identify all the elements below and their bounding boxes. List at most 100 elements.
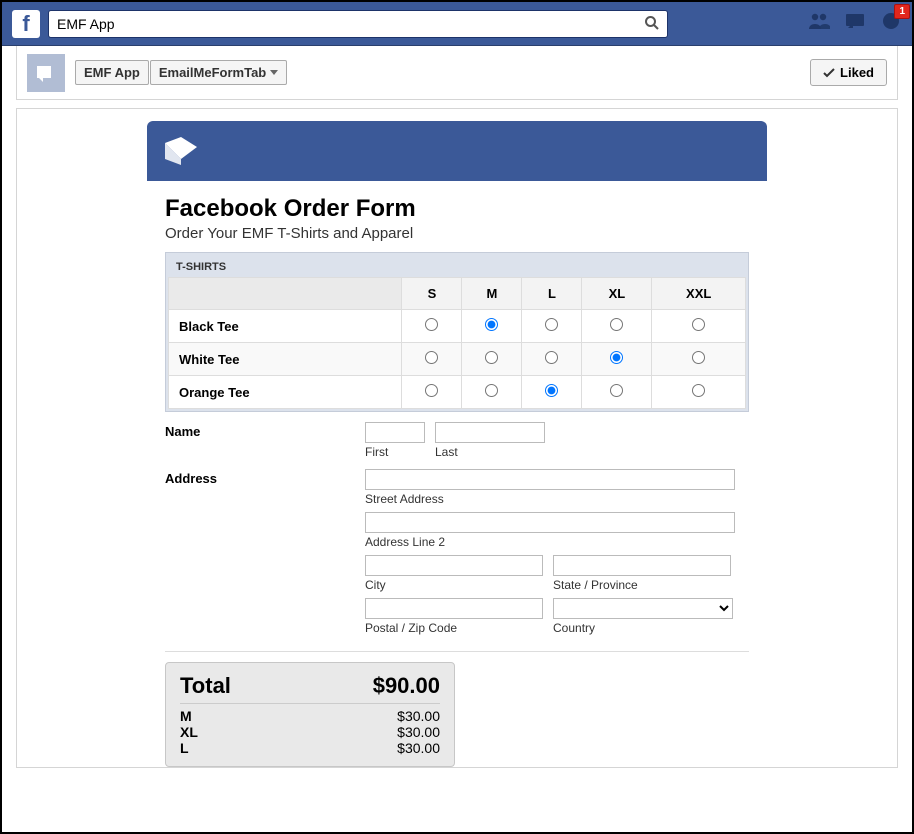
address-label: Address	[165, 469, 365, 635]
total-label: Total	[180, 673, 231, 699]
tab-select-button[interactable]: EmailMeFormTab	[150, 60, 287, 85]
form-card: Facebook Order Form Order Your EMF T-Shi…	[147, 121, 767, 767]
size-radio[interactable]	[425, 384, 438, 397]
street-address-sublabel: Street Address	[365, 492, 749, 506]
table-row: Black Tee	[169, 310, 746, 343]
total-line-label: M	[180, 708, 192, 724]
size-radio[interactable]	[692, 351, 705, 364]
size-cell	[402, 310, 462, 343]
total-line: M $30.00	[180, 708, 440, 724]
size-radio[interactable]	[425, 318, 438, 331]
search-wrap	[48, 10, 668, 38]
size-cell	[522, 343, 582, 376]
table-row: White Tee	[169, 343, 746, 376]
size-table-corner	[169, 278, 402, 310]
total-line-amount: $30.00	[397, 724, 440, 740]
size-cell	[462, 343, 522, 376]
postal-input[interactable]	[365, 598, 543, 619]
total-line-label: XL	[180, 724, 198, 740]
size-radio[interactable]	[485, 384, 498, 397]
size-cell	[462, 376, 522, 409]
size-cell	[462, 310, 522, 343]
last-name-input[interactable]	[435, 422, 545, 443]
size-cell	[652, 376, 746, 409]
first-name-sublabel: First	[365, 445, 425, 459]
form-title: Facebook Order Form	[165, 195, 749, 223]
size-radio[interactable]	[610, 384, 623, 397]
page-icon[interactable]	[27, 54, 65, 92]
tab-select-label: EmailMeFormTab	[159, 65, 266, 80]
size-cell	[582, 376, 652, 409]
city-input[interactable]	[365, 555, 543, 576]
size-header: XL	[582, 278, 652, 310]
country-select[interactable]	[553, 598, 733, 619]
divider	[165, 651, 749, 652]
topbar-icons: 1	[808, 10, 902, 37]
messages-icon[interactable]	[844, 11, 866, 36]
liked-label: Liked	[840, 65, 874, 80]
size-radio[interactable]	[692, 318, 705, 331]
app-name-button[interactable]: EMF App	[75, 60, 149, 85]
tshirts-section: T-SHIRTS S M L XL XXL Black TeeWhite Tee…	[165, 252, 749, 412]
address-row: Address Street Address Address Line 2 Ci…	[147, 469, 767, 645]
search-input[interactable]	[48, 10, 668, 38]
size-radio[interactable]	[545, 318, 558, 331]
product-label: Black Tee	[169, 310, 402, 343]
country-sublabel: Country	[553, 621, 733, 635]
first-name-input[interactable]	[365, 422, 425, 443]
city-sublabel: City	[365, 578, 543, 592]
size-cell	[652, 310, 746, 343]
state-input[interactable]	[553, 555, 731, 576]
page-header: EMF App EmailMeFormTab Liked	[16, 46, 898, 100]
size-header: S	[402, 278, 462, 310]
street-address-input[interactable]	[365, 469, 735, 490]
state-sublabel: State / Province	[553, 578, 731, 592]
search-icon[interactable]	[644, 15, 660, 36]
form-card-header	[147, 121, 767, 181]
size-cell	[522, 310, 582, 343]
table-row: Orange Tee	[169, 376, 746, 409]
total-line: L $30.00	[180, 740, 440, 756]
size-cell	[402, 376, 462, 409]
size-radio[interactable]	[485, 351, 498, 364]
size-radio[interactable]	[692, 384, 705, 397]
envelope-icon	[161, 133, 201, 169]
total-line-label: L	[180, 740, 189, 756]
size-cell	[522, 376, 582, 409]
liked-button[interactable]: Liked	[810, 59, 887, 86]
size-cell	[402, 343, 462, 376]
size-radio[interactable]	[610, 351, 623, 364]
postal-sublabel: Postal / Zip Code	[365, 621, 543, 635]
last-name-sublabel: Last	[435, 445, 545, 459]
facebook-logo[interactable]: f	[12, 10, 40, 38]
form-subtitle: Order Your EMF T-Shirts and Apparel	[165, 225, 749, 242]
size-cell	[582, 310, 652, 343]
friend-requests-icon[interactable]	[808, 11, 830, 36]
size-radio[interactable]	[610, 318, 623, 331]
total-line-amount: $30.00	[397, 740, 440, 756]
size-header: L	[522, 278, 582, 310]
total-box: Total $90.00 M $30.00 XL $30.00 L $30.00	[165, 662, 455, 767]
notification-badge: 1	[894, 4, 910, 19]
total-lines: M $30.00 XL $30.00 L $30.00	[180, 708, 440, 756]
tshirts-section-label: T-SHIRTS	[168, 255, 746, 277]
facebook-topbar: f 1	[2, 2, 912, 46]
form-card-body: Facebook Order Form Order Your EMF T-Shi…	[147, 181, 767, 412]
size-radio[interactable]	[485, 318, 498, 331]
notifications-icon[interactable]: 1	[880, 10, 902, 37]
product-label: Orange Tee	[169, 376, 402, 409]
address-line2-input[interactable]	[365, 512, 735, 533]
name-label: Name	[165, 422, 365, 459]
size-radio[interactable]	[545, 384, 558, 397]
address-line2-sublabel: Address Line 2	[365, 535, 749, 549]
total-line-amount: $30.00	[397, 708, 440, 724]
chevron-down-icon	[270, 70, 278, 75]
size-header: M	[462, 278, 522, 310]
size-header: XXL	[652, 278, 746, 310]
size-table: S M L XL XXL Black TeeWhite TeeOrange Te…	[168, 277, 746, 409]
size-radio[interactable]	[425, 351, 438, 364]
name-row: Name First Last	[147, 412, 767, 469]
total-line: XL $30.00	[180, 724, 440, 740]
size-radio[interactable]	[545, 351, 558, 364]
total-amount: $90.00	[373, 673, 440, 699]
